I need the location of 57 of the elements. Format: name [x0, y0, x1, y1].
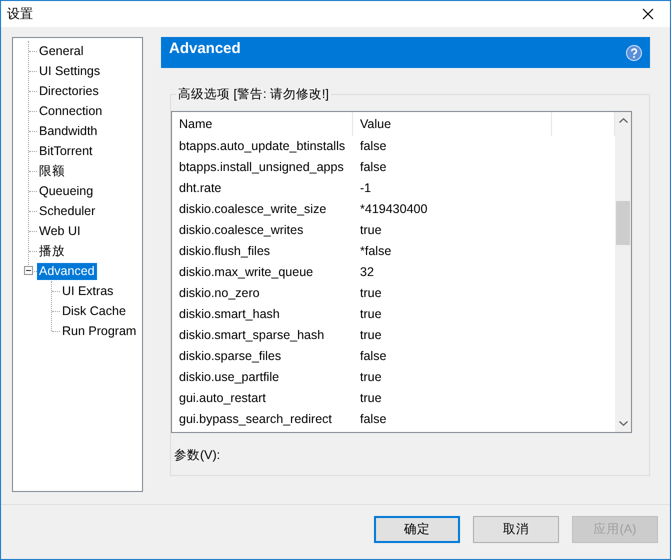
tree-item[interactable]: Advanced — [37, 262, 97, 280]
table-cell-text: true — [359, 327, 383, 344]
scrollbar[interactable] — [615, 112, 631, 432]
tree-item[interactable]: Scheduler — [37, 202, 98, 220]
window-title: 设置 — [7, 5, 33, 23]
table-cell-text: diskio.smart_hash — [178, 306, 281, 323]
tree-item[interactable]: 限额 — [37, 162, 67, 180]
table-cell-text: diskio.use_partfile — [178, 369, 280, 386]
table-cell-text: diskio.no_zero — [178, 285, 261, 302]
table-cell-text: false — [359, 411, 388, 428]
tree-item[interactable]: Bandwidth — [37, 122, 100, 140]
column-header[interactable]: Name — [172, 112, 353, 136]
table-cell-text: true — [359, 306, 383, 323]
table-cell-text: *419430400 — [359, 201, 428, 218]
tree-item[interactable]: Web UI — [37, 222, 82, 240]
table-cell-text: true — [359, 390, 383, 407]
group-title: 高级选项 [警告: 请勿修改!] — [176, 86, 331, 103]
table-cell-text: diskio.smart_sparse_hash — [178, 327, 326, 344]
tree-item[interactable]: Disk Cache — [60, 302, 128, 320]
table-cell-text: diskio.flush_files — [178, 243, 272, 260]
tree-item[interactable]: 播放 — [37, 242, 67, 260]
settings-table[interactable] — [171, 111, 632, 433]
tree-item[interactable]: UI Extras — [60, 282, 116, 300]
dialog-button[interactable]: 取消 — [473, 516, 559, 543]
collapse-icon[interactable] — [24, 266, 33, 275]
table-cell-text: btapps.install_unsigned_apps — [178, 159, 345, 176]
table-cell-text: false — [359, 138, 388, 155]
table-cell-text: *false — [359, 243, 392, 260]
settings-tree[interactable]: General UI Settings Directories Connection Bandwidth BitTorrent 限额 Queueing Scheduler Web UI 播放 Advanced UI Extras Disk Cache Run Program — [12, 37, 143, 492]
tree-item[interactable]: BitTorrent — [37, 142, 94, 160]
help-icon[interactable] — [626, 45, 642, 61]
table-cell-text: diskio.coalesce_writes — [178, 222, 304, 239]
table-cell-text: true — [359, 285, 383, 302]
scroll-thumb[interactable] — [616, 201, 630, 245]
tree-item[interactable]: Connection — [37, 102, 104, 120]
table-cell-text: true — [359, 369, 383, 386]
table-cell-text: true — [359, 222, 383, 239]
tree-item[interactable]: UI Settings — [37, 62, 102, 80]
column-header[interactable]: Value — [353, 112, 552, 136]
table-cell-text: false — [359, 159, 388, 176]
table-cell-text: btapps.auto_update_btinstalls — [178, 138, 346, 155]
table-cell-text: diskio.sparse_files — [178, 348, 282, 365]
table-cell-text: dht.rate — [178, 180, 222, 197]
tree-item[interactable]: General — [37, 42, 86, 60]
table-cell-text: diskio.max_write_queue — [178, 264, 314, 281]
tree-item[interactable]: Queueing — [37, 182, 96, 200]
table-cell-text: diskio.coalesce_write_size — [178, 201, 328, 218]
tree-item[interactable]: Run Program — [60, 322, 138, 340]
dialog-button[interactable]: 确定 — [374, 516, 460, 543]
table-cell-text: -1 — [359, 180, 372, 197]
panel-title: Advanced — [169, 39, 241, 59]
value-label: 参数(V): — [174, 447, 222, 464]
table-cell-text: false — [359, 348, 388, 365]
table-cell-text: gui.auto_restart — [178, 390, 267, 407]
table-cell-text: 32 — [359, 264, 375, 281]
tree-item[interactable]: Directories — [37, 82, 101, 100]
table-cell-text: gui.bypass_search_redirect — [178, 411, 333, 428]
